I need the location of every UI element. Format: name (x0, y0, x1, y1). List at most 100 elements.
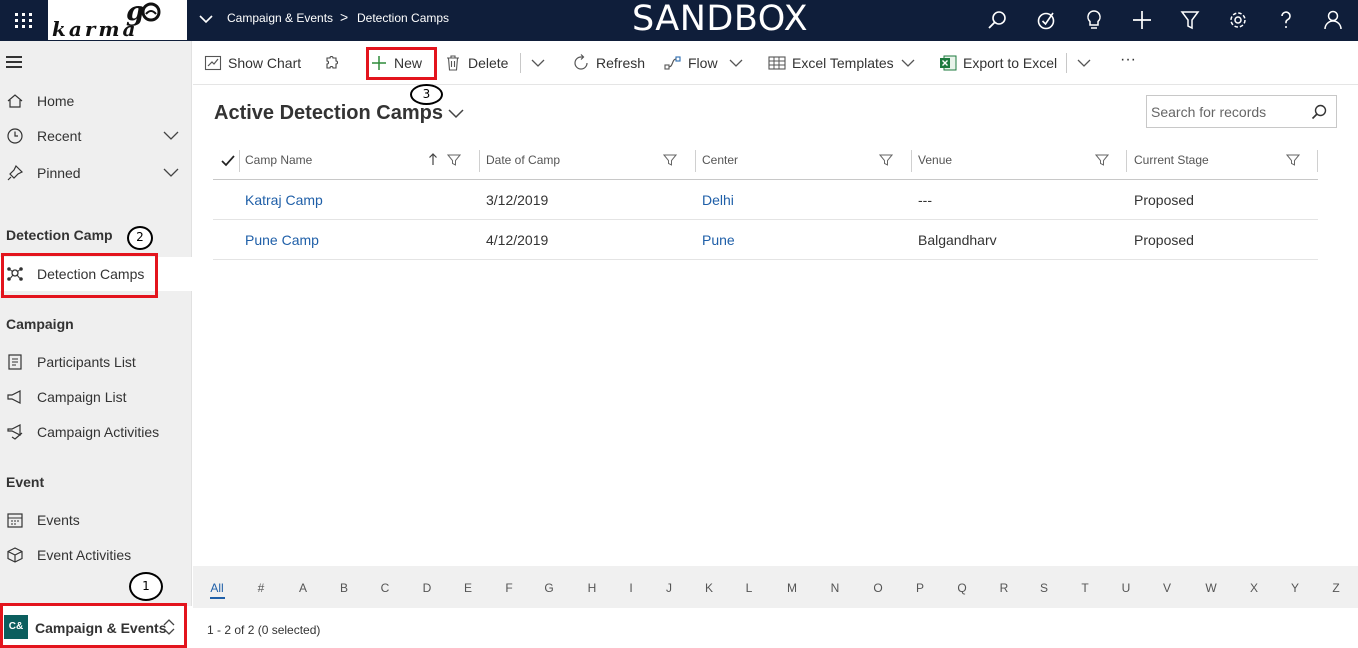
jump-filter-letter[interactable]: Y (1285, 581, 1305, 595)
export-to-excel-button[interactable]: Export to Excel (939, 41, 1059, 85)
jump-filter-letter[interactable]: # (251, 581, 271, 595)
jump-filter-letter[interactable]: H (582, 581, 602, 595)
jump-filter-letter[interactable]: E (458, 581, 478, 595)
jump-filter-letter[interactable]: D (417, 581, 437, 595)
command-separator (1066, 53, 1067, 73)
lightbulb-icon[interactable] (1081, 7, 1107, 33)
column-header-center[interactable]: Center (702, 144, 902, 178)
filter-icon[interactable] (1177, 7, 1203, 33)
area-chevron-down-icon[interactable] (197, 10, 215, 28)
cell-center[interactable]: Pune (702, 232, 735, 248)
chevron-down-icon[interactable] (162, 128, 180, 142)
filter-icon[interactable] (1285, 153, 1301, 167)
jump-filter-letter[interactable]: I (621, 581, 641, 595)
jump-filter-letter[interactable]: A (293, 581, 313, 595)
jump-filter-letter[interactable]: M (782, 581, 802, 595)
jump-filter-letter[interactable]: K (699, 581, 719, 595)
nav-event-activities[interactable]: Event Activities (0, 538, 192, 572)
nav-participants-list-label: Participants List (37, 354, 136, 370)
nav-campaign-list[interactable]: Campaign List (0, 380, 192, 414)
jump-filter-letter[interactable]: P (910, 581, 930, 595)
chart-icon (204, 54, 222, 72)
column-header-current-stage[interactable]: Current Stage (1134, 144, 1304, 178)
view-selector-chevron-icon[interactable] (446, 103, 466, 123)
nav-recent[interactable]: Recent (0, 119, 192, 153)
jump-filter-letter[interactable]: J (659, 581, 679, 595)
table-row[interactable]: Katraj Camp 3/12/2019 Delhi --- Proposed (213, 180, 1318, 220)
area-switcher[interactable]: C& Campaign & Events (0, 606, 192, 648)
step-callout-3: 3 (410, 84, 443, 105)
column-header-date-of-camp[interactable]: Date of Camp (486, 144, 686, 178)
nav-pinned[interactable]: Pinned (0, 156, 192, 190)
delete-button[interactable]: Delete (444, 41, 516, 85)
sort-ascending-icon[interactable] (428, 152, 438, 166)
jump-filter-letter[interactable]: Q (952, 581, 972, 595)
flow-button[interactable]: Flow (664, 41, 720, 85)
cell-camp-name[interactable]: Katraj Camp (245, 192, 323, 208)
chevron-down-icon[interactable] (727, 54, 745, 72)
nav-participants-list[interactable]: Participants List (0, 345, 192, 379)
jump-filter-letter[interactable]: S (1034, 581, 1054, 595)
column-header-venue[interactable]: Venue (918, 144, 1118, 178)
jump-filter-letter[interactable]: N (825, 581, 845, 595)
nav-detection-camps[interactable]: Detection Camps (0, 257, 192, 291)
search-icon[interactable] (1310, 103, 1328, 121)
column-header-camp-name[interactable]: Camp Name (245, 144, 470, 178)
jump-filter-letter[interactable]: B (334, 581, 354, 595)
nav-home[interactable]: Home (0, 84, 192, 118)
jump-filter-letter[interactable]: O (868, 581, 888, 595)
filter-icon[interactable] (446, 153, 462, 167)
gear-icon[interactable] (1225, 7, 1251, 33)
jump-filter-letter[interactable]: G (539, 581, 559, 595)
jump-filter-letter[interactable]: L (739, 581, 759, 595)
search-input[interactable] (1151, 101, 1301, 123)
user-icon[interactable] (1320, 7, 1346, 33)
chevron-down-icon[interactable] (899, 54, 917, 72)
new-button[interactable]: New (370, 41, 435, 85)
breadcrumb-area[interactable]: Campaign & Events (227, 11, 333, 25)
task-check-icon[interactable] (1033, 7, 1059, 33)
breadcrumb-page[interactable]: Detection Camps (357, 11, 449, 25)
chevron-down-icon[interactable] (529, 54, 547, 72)
jump-filter-letter[interactable]: V (1157, 581, 1177, 595)
chevron-down-icon[interactable] (1075, 54, 1093, 72)
filter-icon[interactable] (1094, 153, 1110, 167)
new-label: New (394, 55, 423, 71)
jump-filter-all[interactable]: All (207, 581, 227, 595)
jump-filter-letter[interactable]: R (994, 581, 1014, 595)
campaign-activity-icon (6, 423, 24, 441)
column-divider (239, 150, 240, 172)
select-all-checkmark-icon[interactable] (220, 153, 236, 169)
more-commands-button[interactable]: ··· (1118, 41, 1142, 85)
plus-icon[interactable] (1129, 7, 1155, 33)
nav-events[interactable]: Events (0, 503, 192, 537)
jump-filter-letter[interactable]: C (375, 581, 395, 595)
help-icon[interactable] (1273, 7, 1299, 33)
chevron-down-icon[interactable] (162, 165, 180, 179)
filter-icon[interactable] (878, 153, 894, 167)
column-header-label: Venue (918, 153, 953, 167)
table-row[interactable]: Pune Camp 4/12/2019 Pune Balgandharv Pro… (213, 220, 1318, 260)
plus-icon (370, 54, 388, 72)
jump-filter-letter[interactable]: W (1201, 581, 1221, 595)
excel-templates-button[interactable]: Excel Templates (768, 41, 894, 85)
show-chart-button[interactable]: Show Chart (204, 41, 314, 85)
cell-camp-name[interactable]: Pune Camp (245, 232, 319, 248)
search-icon[interactable] (985, 7, 1011, 33)
hamburger-menu-icon[interactable] (6, 56, 24, 70)
settings-button[interactable] (322, 41, 344, 85)
filter-icon[interactable] (662, 153, 678, 167)
section-heading-detection-camp: Detection Camp (6, 227, 113, 243)
jump-filter-letter[interactable]: X (1244, 581, 1264, 595)
refresh-button[interactable]: Refresh (572, 41, 647, 85)
jump-filter-letter[interactable]: Z (1326, 581, 1346, 595)
section-heading-event: Event (6, 474, 45, 490)
jump-filter-letter[interactable]: F (499, 581, 519, 595)
nav-event-activities-label: Event Activities (37, 547, 132, 563)
app-launcher-icon[interactable] (4, 0, 42, 41)
nav-campaign-activities[interactable]: Campaign Activities (0, 415, 192, 449)
view-title[interactable]: Active Detection Camps (214, 102, 443, 125)
jump-filter-letter[interactable]: T (1075, 581, 1095, 595)
cell-center[interactable]: Delhi (702, 192, 734, 208)
jump-filter-letter[interactable]: U (1116, 581, 1136, 595)
